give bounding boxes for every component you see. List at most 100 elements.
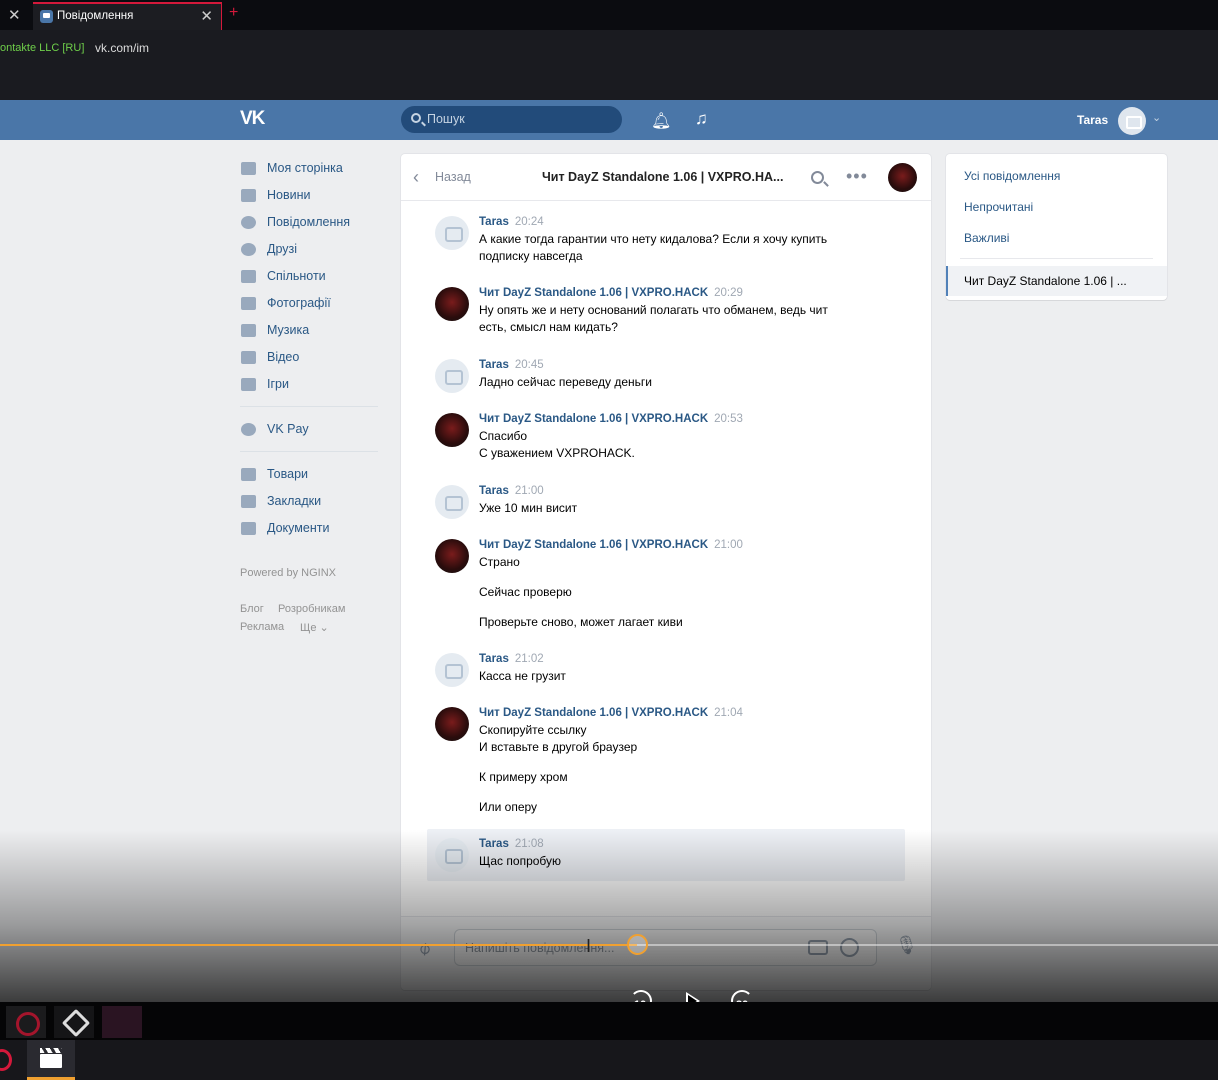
avatar[interactable] bbox=[435, 707, 469, 741]
sidebar-item-news[interactable]: Новини bbox=[240, 187, 380, 207]
filter-all-messages[interactable]: Усі повідомлення bbox=[964, 169, 1060, 183]
message-time: 21:02 bbox=[514, 653, 544, 665]
footer-link-blog[interactable]: Блог bbox=[240, 603, 264, 615]
text-cursor-icon: I bbox=[586, 936, 592, 956]
message-selected[interactable]: Taras 21:08 Щас попробую bbox=[427, 829, 905, 881]
message-text: А какие тогда гарантии что нету кидалова… bbox=[479, 232, 828, 246]
vk-pay-icon bbox=[241, 423, 256, 436]
filter-unread[interactable]: Непрочитані bbox=[964, 200, 1033, 214]
sidebar-item-goods[interactable]: Товари bbox=[240, 466, 380, 486]
avatar[interactable] bbox=[435, 413, 469, 447]
groups-icon bbox=[241, 270, 256, 283]
message-author[interactable]: Чит DayZ Standalone 1.06 | VXPRO.HACK 21:… bbox=[479, 539, 743, 551]
sidebar-item-label: Друзі bbox=[267, 242, 298, 256]
app-thumbnail[interactable] bbox=[54, 1006, 94, 1038]
message-time: 21:00 bbox=[714, 539, 743, 551]
sidebar-item-photos[interactable]: Фотографії bbox=[240, 295, 380, 315]
message-author[interactable]: Чит DayZ Standalone 1.06 | VXPRO.HACK 21:… bbox=[479, 707, 743, 719]
vk-logo[interactable]: VK bbox=[240, 108, 265, 130]
sidebar-item-groups[interactable]: Спільноти bbox=[240, 268, 380, 288]
search-icon[interactable] bbox=[811, 171, 824, 184]
sidebar-item-documents[interactable]: Документи bbox=[240, 520, 380, 540]
chat-title[interactable]: Чит DayZ Standalone 1.06 | VXPRO.HA... bbox=[542, 170, 792, 184]
bell-icon[interactable]: 🔔︎ bbox=[651, 111, 671, 131]
address-bar: ontakte LLC [RU] vk.com/im bbox=[0, 30, 1218, 100]
search-placeholder: Пошук bbox=[427, 112, 465, 126]
message-author[interactable]: Taras 21:00 bbox=[479, 485, 544, 497]
new-tab-plus-icon[interactable]: + bbox=[229, 4, 238, 22]
sidebar-item-label: Товари bbox=[267, 467, 308, 481]
divider bbox=[240, 406, 378, 407]
sidebar-item-label: Ігри bbox=[267, 377, 289, 391]
message-text: Касса не грузит bbox=[479, 669, 566, 683]
gamepad-icon bbox=[241, 378, 256, 391]
message-author[interactable]: Чит DayZ Standalone 1.06 | VXPRO.HACK 20:… bbox=[479, 413, 743, 425]
sidebar-item-bookmarks[interactable]: Закладки bbox=[240, 493, 380, 513]
avatar[interactable] bbox=[435, 653, 469, 687]
powered-by-label: Powered by NGINX bbox=[240, 567, 336, 579]
message-author[interactable]: Taras 21:08 bbox=[479, 838, 544, 850]
footer-link-more[interactable]: Ще ⌄ bbox=[300, 621, 329, 634]
paperclip-icon[interactable]: ⌀ bbox=[414, 937, 436, 960]
back-button[interactable]: Назад bbox=[435, 170, 471, 184]
camera-icon[interactable] bbox=[808, 940, 828, 955]
avatar[interactable] bbox=[435, 485, 469, 519]
sidebar-item-label: VK Pay bbox=[267, 422, 309, 436]
avatar[interactable] bbox=[435, 838, 469, 872]
avatar[interactable] bbox=[435, 539, 469, 573]
message-list: Taras 20:24 А какие тогда гарантии что не… bbox=[401, 202, 931, 916]
sidebar-item-label: Спільноти bbox=[267, 269, 326, 283]
chevron-down-icon[interactable]: ⌄ bbox=[1152, 111, 1161, 124]
seek-handle[interactable] bbox=[627, 934, 648, 955]
sidebar-item-my-page[interactable]: Моя сторінка bbox=[240, 160, 380, 180]
sidebar-item-label: Закладки bbox=[267, 494, 322, 508]
message-time: 21:08 bbox=[514, 838, 544, 850]
filter-important[interactable]: Важливі bbox=[964, 231, 1009, 245]
message-time: 21:04 bbox=[714, 707, 743, 719]
opera-icon[interactable] bbox=[0, 1049, 12, 1071]
message-text: подписку навсегда bbox=[479, 249, 583, 263]
sidebar-item-friends[interactable]: Друзі bbox=[240, 241, 380, 261]
sidebar-item-messages[interactable]: Повідомлення bbox=[240, 214, 380, 234]
sidebar-item-video[interactable]: Відео bbox=[240, 349, 380, 369]
message-input[interactable] bbox=[465, 939, 785, 957]
sidebar-item-vk-pay[interactable]: VK Pay bbox=[240, 421, 380, 441]
smile-icon[interactable] bbox=[840, 938, 859, 957]
camera-icon bbox=[241, 297, 256, 310]
browser-tab-bar: ✕ Повідомлення ✕ + bbox=[0, 0, 1218, 30]
browser-tab[interactable]: Повідомлення ✕ bbox=[33, 2, 222, 30]
footer-link-ads[interactable]: Реклама bbox=[240, 621, 284, 633]
close-icon[interactable]: ✕ bbox=[8, 6, 21, 24]
more-icon[interactable]: ••• bbox=[846, 166, 868, 187]
certificate-label[interactable]: ontakte LLC [RU] bbox=[0, 42, 84, 54]
avatar[interactable] bbox=[435, 359, 469, 393]
sidebar-item-music[interactable]: Музика bbox=[240, 322, 380, 342]
url-field[interactable]: vk.com/im bbox=[95, 41, 149, 55]
footer-link-developers[interactable]: Розробникам bbox=[278, 603, 345, 615]
message-author[interactable]: Чит DayZ Standalone 1.06 | VXPRO.HACK 20:… bbox=[479, 287, 743, 299]
message-author[interactable]: Taras 20:24 bbox=[479, 216, 544, 228]
vk-messages-favicon-icon bbox=[40, 10, 53, 23]
avatar[interactable] bbox=[888, 163, 917, 192]
sidebar-item-games[interactable]: Ігри bbox=[240, 376, 380, 396]
clapperboard-icon[interactable] bbox=[27, 1040, 75, 1080]
chevron-left-icon[interactable]: ‹ bbox=[413, 167, 419, 188]
sidebar-item-label: Музика bbox=[267, 323, 310, 337]
message-author[interactable]: Taras 21:02 bbox=[479, 653, 544, 665]
opera-thumbnail[interactable] bbox=[6, 1006, 46, 1038]
tab-close-icon[interactable]: ✕ bbox=[200, 7, 213, 25]
message-author[interactable]: Taras 20:45 bbox=[479, 359, 544, 371]
search-input[interactable]: Пошук bbox=[401, 106, 622, 133]
active-dialog-item[interactable]: Чит DayZ Standalone 1.06 | ... bbox=[946, 266, 1167, 296]
message-input-field[interactable] bbox=[454, 929, 877, 966]
dialog-filter-panel: Усі повідомлення Непрочитані Важливі Чит… bbox=[946, 154, 1167, 300]
user-name[interactable]: Taras bbox=[1077, 113, 1108, 127]
avatar[interactable] bbox=[1118, 107, 1146, 135]
divider bbox=[960, 258, 1153, 259]
avatar[interactable] bbox=[435, 287, 469, 321]
game-thumbnail[interactable] bbox=[102, 1006, 142, 1038]
music-note-icon[interactable]: ♫ bbox=[695, 109, 708, 129]
bag-icon bbox=[241, 468, 256, 481]
message-time: 21:00 bbox=[514, 485, 544, 497]
avatar[interactable] bbox=[435, 216, 469, 250]
